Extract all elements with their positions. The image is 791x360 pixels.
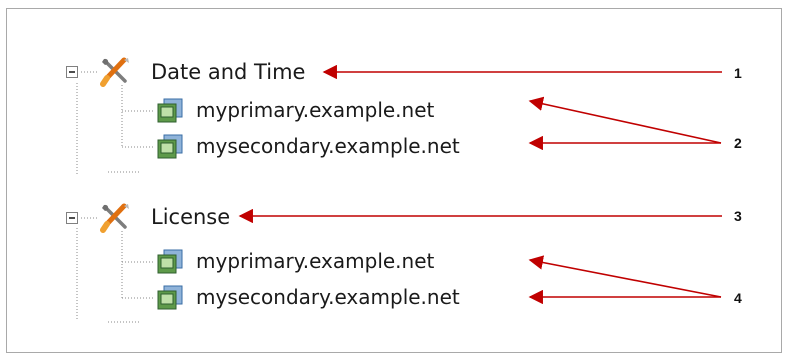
callout-number: 4 [734, 290, 742, 306]
server-label[interactable]: myprimary.example.net [196, 98, 434, 122]
collapse-icon[interactable] [64, 210, 80, 226]
tree-node-label[interactable]: License [151, 205, 230, 229]
server-icon [157, 249, 183, 274]
tools-icon [100, 203, 129, 233]
server-label[interactable]: mysecondary.example.net [196, 285, 460, 309]
collapse-icon[interactable] [64, 64, 80, 80]
callout-number: 2 [734, 135, 742, 151]
callout-number: 1 [734, 65, 742, 81]
server-label[interactable]: mysecondary.example.net [196, 134, 460, 158]
server-icon [157, 285, 183, 310]
tools-icon [100, 57, 129, 87]
server-icon [157, 134, 183, 159]
server-label[interactable]: myprimary.example.net [196, 249, 434, 273]
callout-number: 3 [734, 208, 742, 224]
server-icon [157, 98, 183, 123]
tree-node-label[interactable]: Date and Time [151, 60, 305, 84]
